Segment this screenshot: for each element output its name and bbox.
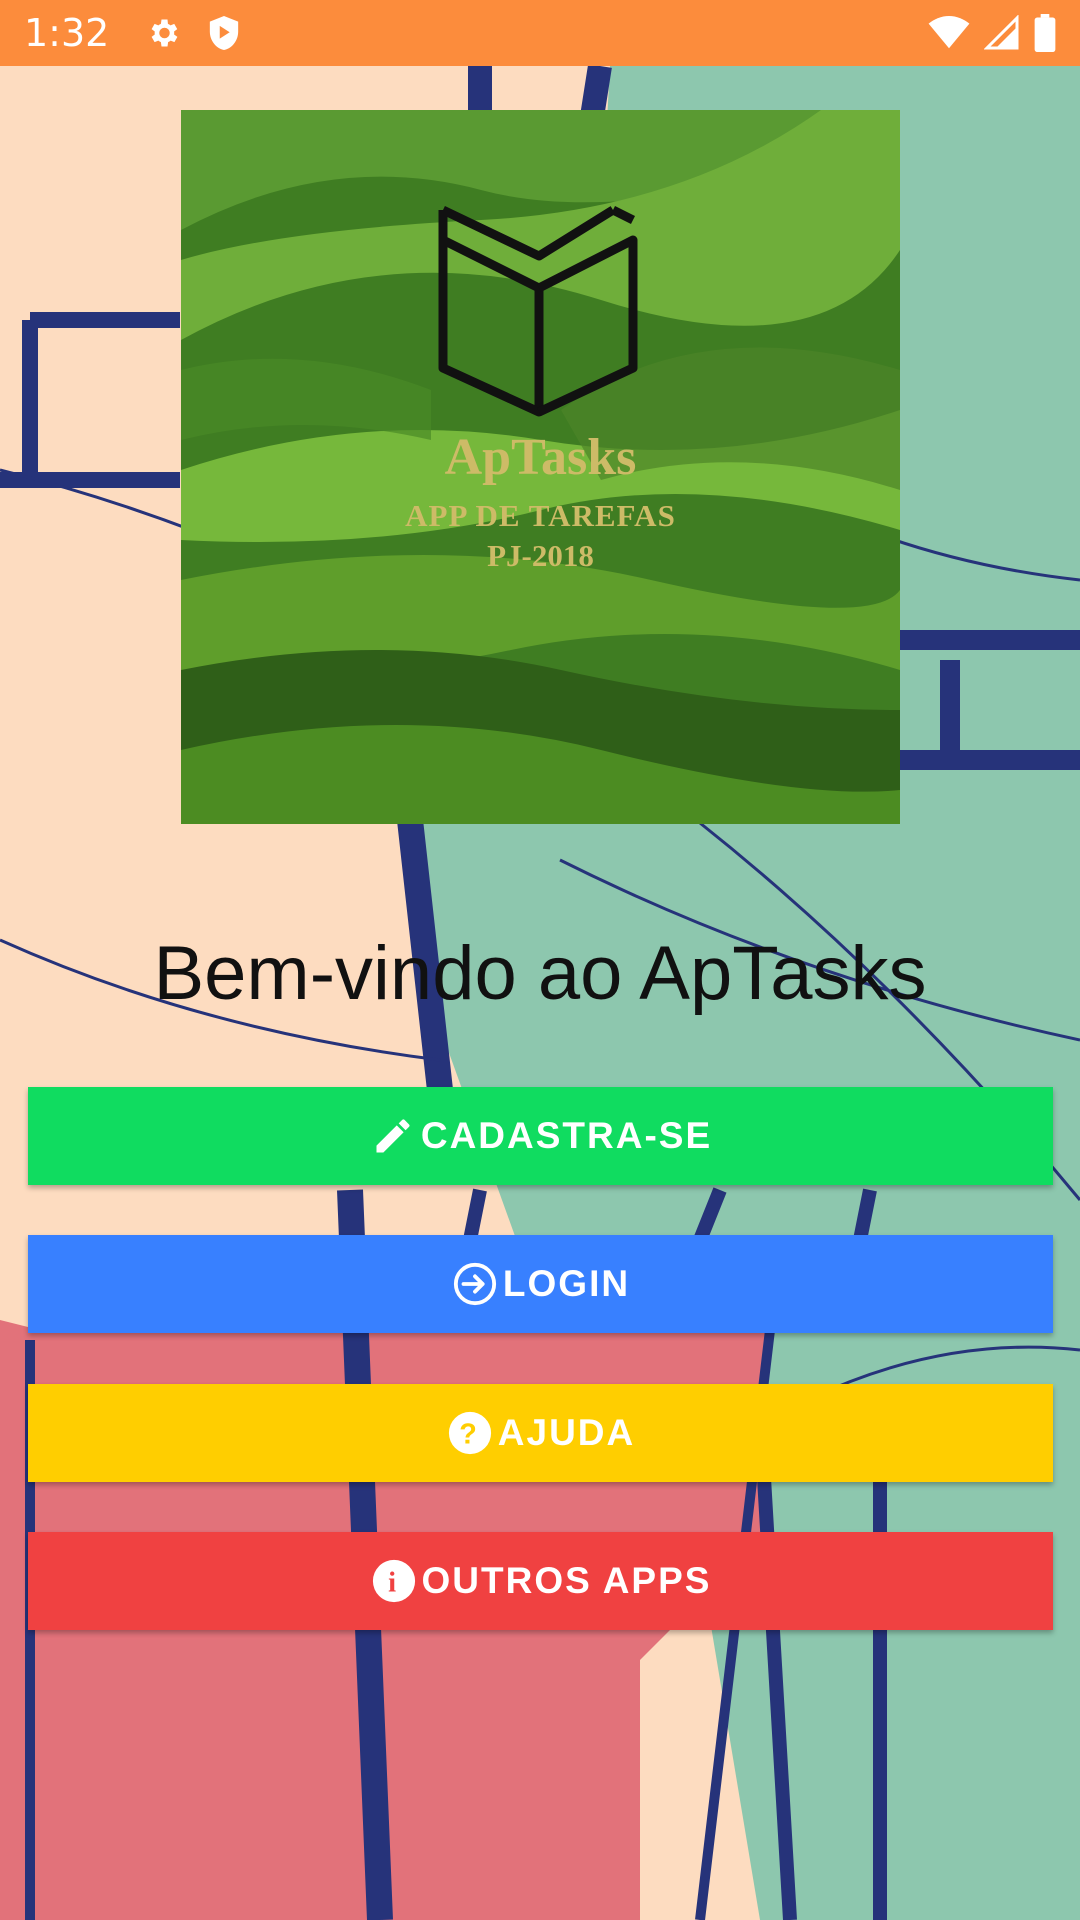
status-bar: 1:32: [0, 0, 1080, 66]
login-button-label: LOGIN: [502, 1263, 631, 1304]
svg-text:i: i: [388, 1567, 400, 1599]
signal-icon: [984, 15, 1020, 51]
help-button[interactable]: ? AJUDA: [28, 1384, 1053, 1482]
battery-icon: [1034, 14, 1056, 52]
shield-icon: [207, 14, 241, 52]
wifi-icon: [928, 16, 970, 50]
pencil-icon: [369, 1112, 417, 1160]
settings-icon: [145, 14, 181, 52]
help-circle-icon: ?: [446, 1409, 494, 1457]
log-in-icon: [451, 1260, 499, 1308]
logo-subtitle: APP DE TAREFAS: [405, 498, 676, 533]
logo-year: PJ-2018: [487, 538, 594, 573]
svg-text:?: ?: [459, 1419, 480, 1451]
register-button-label: CADASTRA-SE: [420, 1115, 713, 1156]
other-apps-button-label: OUTROS APPS: [421, 1560, 712, 1601]
login-button[interactable]: LOGIN: [28, 1235, 1053, 1333]
help-button-label: AJUDA: [497, 1412, 636, 1453]
logo-title: ApTasks: [444, 429, 637, 486]
information-circle-icon: i: [370, 1557, 418, 1605]
other-apps-button[interactable]: i OUTROS APPS: [28, 1532, 1053, 1630]
app-logo: ApTasks APP DE TAREFAS PJ-2018: [181, 110, 900, 824]
welcome-title: Bem-vindo ao ApTasks: [153, 931, 927, 1016]
status-time: 1:32: [24, 11, 110, 55]
status-left-icons: [145, 14, 241, 52]
welcome-screen: 1:32 ApTasks APP DE TAREFAS PJ-2018 Bem-…: [0, 0, 1080, 1920]
status-right-icons: [928, 14, 1056, 52]
register-button[interactable]: CADASTRA-SE: [28, 1087, 1053, 1185]
